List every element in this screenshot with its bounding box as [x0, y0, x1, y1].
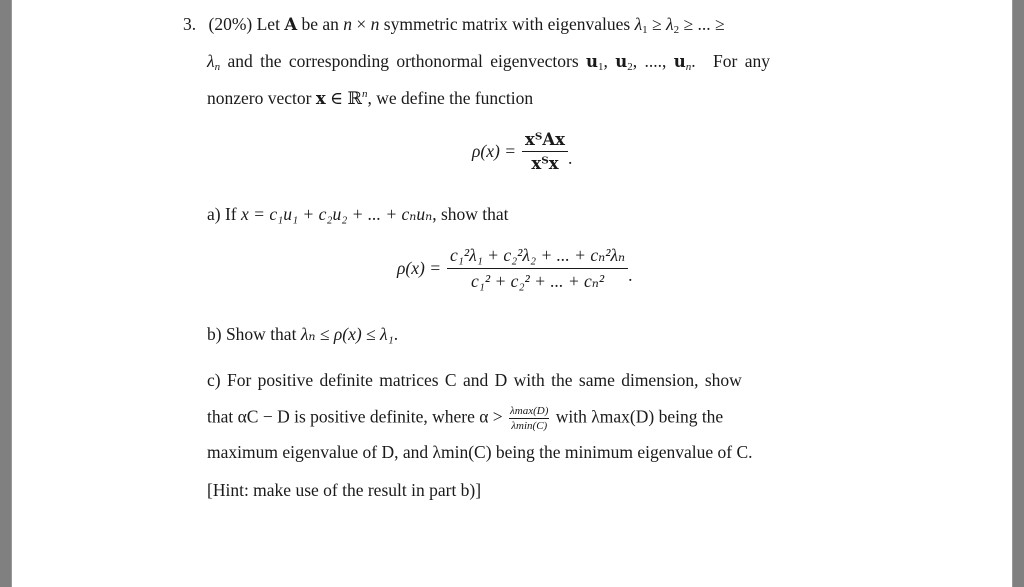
- hint-line: [Hint: make use of the result in part b)…: [207, 480, 481, 500]
- matrix-A: A: [284, 15, 298, 34]
- text: If: [224, 204, 237, 224]
- fraction: c₁²λ₁ + c₂²λ₂ + ... + cₙ²λₙ c₁² + c₂² + …: [447, 245, 629, 292]
- text: For any: [713, 51, 770, 71]
- hint-text: [Hint: make use of the result in part b)…: [207, 480, 482, 500]
- intro-line-2: λn and the corresponding orthonormal eig…: [207, 51, 770, 73]
- lambda: λ: [666, 14, 674, 34]
- period: .: [568, 148, 573, 168]
- inequality-expr: λₙ ≤ ρ(x) ≤ λ₁: [300, 324, 394, 344]
- separator: , ....,: [632, 51, 667, 71]
- subscript: 2: [673, 24, 680, 36]
- text: Show that: [225, 324, 297, 344]
- part-b-label: b): [207, 324, 222, 344]
- text: For positive definite matrices C and D w…: [226, 370, 742, 390]
- subscript: 1: [642, 24, 648, 36]
- vector-u: u: [673, 52, 686, 71]
- fraction-denominator: xᵀx: [531, 154, 559, 173]
- fraction-numerator: λmax(D): [509, 405, 550, 419]
- in-symbol: ∈: [330, 88, 344, 108]
- vector-x: x: [315, 89, 326, 108]
- text: be an: [301, 14, 339, 34]
- intro-line-3: nonzero vector x ∈ ℝn, we define the fun…: [207, 88, 533, 109]
- fraction: xᵀAx xᵀx: [522, 130, 568, 173]
- dots: ...: [697, 14, 711, 34]
- text: Let: [256, 14, 280, 34]
- problem-header-line: 3. (20%) Let A be an n × n symmetric mat…: [183, 14, 875, 36]
- text: maximum eigenvalue of D, and λmin(C) bei…: [207, 442, 753, 462]
- fraction-numerator: c₁²λ₁ + c₂²λ₂ + ... + cₙ²λₙ: [447, 245, 629, 269]
- rayleigh-quotient-formula: ρ(x) = xᵀAx xᵀx .: [472, 130, 572, 173]
- geq-symbol: ≥: [652, 14, 662, 34]
- problem-number: 3.: [183, 14, 197, 34]
- text: nonzero vector: [207, 88, 312, 108]
- document-page: 3. (20%) Let A be an n × n symmetric mat…: [11, 0, 1013, 587]
- text: that αC − D is positive definite, where …: [207, 406, 503, 427]
- period: .: [393, 324, 399, 344]
- fraction-denominator: λmin(C): [511, 420, 548, 432]
- expansion-expr: x = c₁u₁ + c₂u₂ + ... + cₙuₙ: [241, 204, 433, 224]
- problem-weight: (20%): [208, 14, 253, 34]
- times-symbol: ×: [356, 14, 367, 34]
- geq-symbol: ≥: [714, 14, 725, 34]
- subscript: n: [214, 61, 221, 73]
- part-c-line-3: maximum eigenvalue of D, and λmin(C) bei…: [207, 442, 753, 462]
- text: , show that: [432, 204, 509, 224]
- part-c-line-1: c) For positive definite matrices C and …: [207, 370, 875, 390]
- part-a-formula: ρ(x) = c₁²λ₁ + c₂²λ₂ + ... + cₙ²λₙ c₁² +…: [397, 245, 633, 292]
- part-a-label: a): [207, 204, 221, 224]
- geq-symbol: ≥: [683, 14, 694, 34]
- lambda: λ: [207, 51, 215, 71]
- formula-lhs: ρ(x) =: [472, 141, 517, 161]
- vector-u: u: [586, 52, 599, 71]
- period: .: [628, 265, 633, 285]
- alpha-bound-fraction: λmax(D) λmin(C): [509, 405, 550, 432]
- formula-lhs: ρ(x) =: [397, 258, 442, 278]
- fraction-numerator: xᵀAx: [522, 130, 568, 152]
- reals-symbol: ℝ: [347, 88, 362, 108]
- text: with λmax(D) being the: [555, 406, 724, 427]
- part-b-line: b) Show that λₙ ≤ ρ(x) ≤ λ₁.: [207, 324, 398, 344]
- part-c-label: c): [207, 370, 221, 390]
- text: .: [691, 51, 696, 71]
- text: symmetric matrix with eigenvalues: [383, 14, 631, 34]
- fraction-denominator: c₁² + c₂² + ... + cₙ²: [471, 271, 605, 291]
- var-n: n: [370, 14, 380, 34]
- text: and the corresponding orthonormal eigenv…: [227, 51, 579, 71]
- vector-u: u: [615, 52, 628, 71]
- part-c-line-2: that αC − D is positive definite, where …: [207, 405, 875, 432]
- text: , we define the function: [367, 88, 534, 108]
- part-a-line: a) If x = c₁u₁ + c₂u₂ + ... + cₙuₙ, show…: [207, 204, 509, 224]
- var-n: n: [343, 14, 353, 34]
